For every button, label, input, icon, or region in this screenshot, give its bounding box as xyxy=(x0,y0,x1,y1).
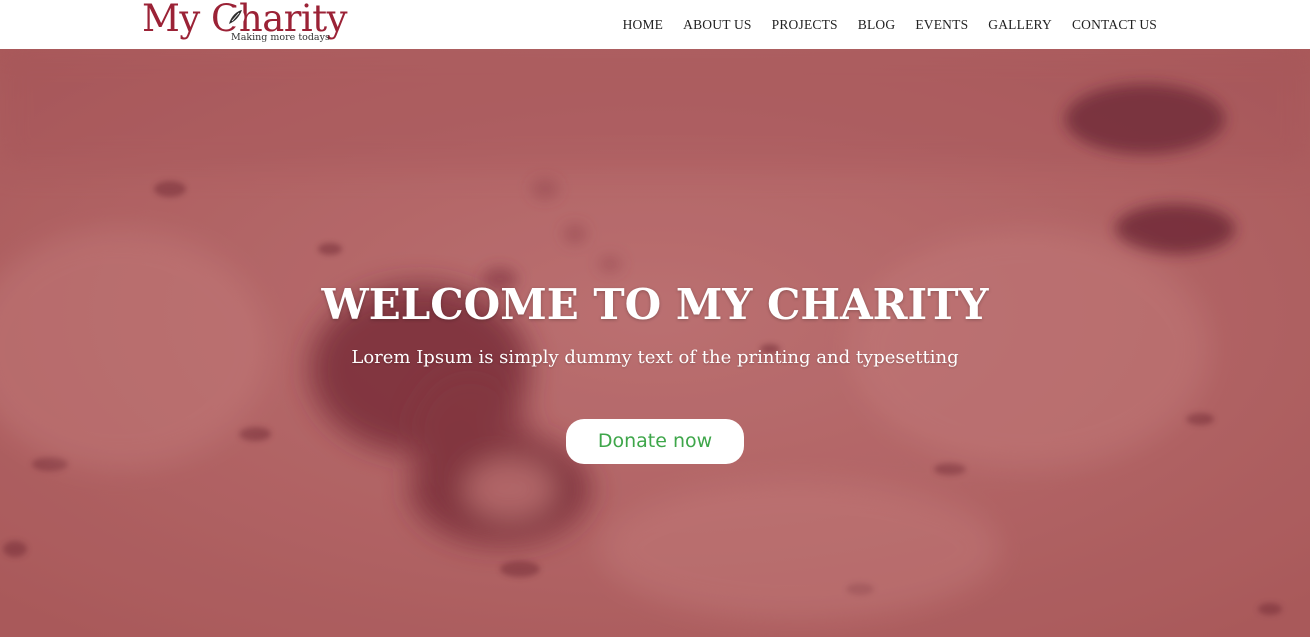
nav-item-blog[interactable]: BLOG xyxy=(858,17,896,33)
nav-item-contact-us[interactable]: CONTACT US xyxy=(1072,17,1157,33)
nav-item-projects[interactable]: PROJECTS xyxy=(772,17,838,33)
hero-title: WELCOME TO MY CHARITY xyxy=(321,280,989,329)
nav-item-events[interactable]: EVENTS xyxy=(915,17,968,33)
site-logo[interactable]: My Charity Making more todays xyxy=(142,0,362,48)
hero-section: WELCOME TO MY CHARITY Lorem Ipsum is sim… xyxy=(0,49,1310,637)
main-nav: HOME ABOUT US PROJECTS BLOG EVENTS GALLE… xyxy=(623,17,1157,33)
site-header: My Charity Making more todays HOME ABOUT… xyxy=(0,0,1310,49)
nav-item-gallery[interactable]: GALLERY xyxy=(988,17,1052,33)
hero-overlay xyxy=(0,49,1310,637)
donate-button[interactable]: Donate now xyxy=(566,419,744,464)
hero-subtitle: Lorem Ipsum is simply dummy text of the … xyxy=(351,347,959,368)
leaf-icon xyxy=(225,7,245,27)
nav-item-about-us[interactable]: ABOUT US xyxy=(683,17,752,33)
nav-item-home[interactable]: HOME xyxy=(623,17,664,33)
logo-tagline: Making more todays xyxy=(231,32,330,43)
